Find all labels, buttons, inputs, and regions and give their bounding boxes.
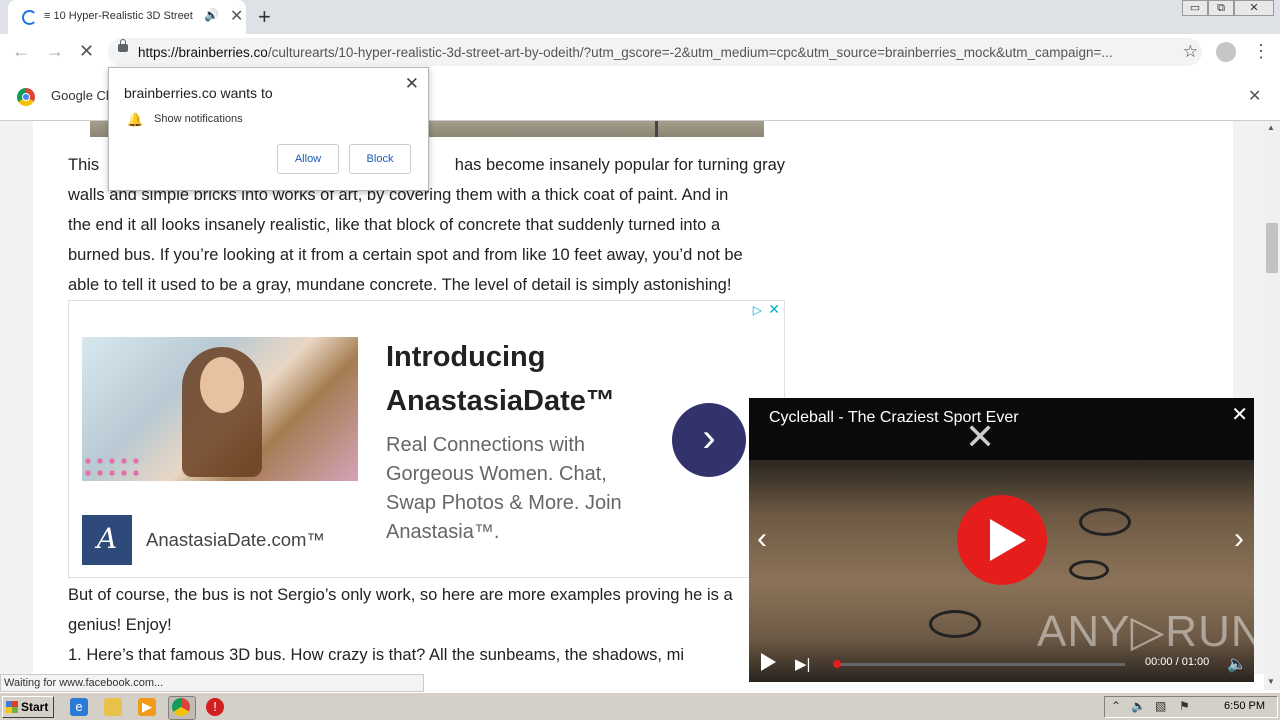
- folder-icon[interactable]: [104, 698, 122, 716]
- info-bar-text: Google Ch: [51, 88, 114, 103]
- window-close-button[interactable]: ✕: [1234, 0, 1274, 16]
- ad-brand[interactable]: AnastasiaDate.com™: [146, 529, 325, 551]
- browser-tab[interactable]: ≡ 10 Hyper-Realistic 3D Street Art 🔊 ✕: [8, 0, 246, 34]
- video-player[interactable]: Cycleball - The Craziest Sport Ever ✕ ✕ …: [749, 398, 1254, 682]
- new-tab-button[interactable]: +: [258, 4, 271, 30]
- ad-photo[interactable]: [82, 337, 358, 481]
- url-text[interactable]: https://brainberries.co/culturearts/10-h…: [138, 45, 1168, 60]
- permission-label: Show notifications: [154, 113, 243, 125]
- video-close-button[interactable]: ✕: [1231, 402, 1248, 427]
- anyrun-watermark: ANY▷RUN: [1037, 607, 1254, 656]
- list-item: 1. Here’s that famous 3D bus. How crazy …: [68, 646, 684, 664]
- article-paragraph-2: But of course, the bus is not Sergio’s o…: [68, 580, 785, 670]
- lock-icon: [118, 39, 128, 52]
- flag-icon[interactable]: ⚑: [1179, 699, 1190, 713]
- bicycle-wheel: [1069, 560, 1109, 580]
- minimize-button[interactable]: ▭: [1182, 0, 1208, 16]
- popup-title: brainberries.co wants to: [124, 85, 273, 101]
- bell-icon: 🔔: [127, 112, 144, 127]
- system-tray: ⌃ 🔈 ▧ ⚑ 6:50 PM: [1104, 696, 1278, 718]
- media-player-icon[interactable]: ▶: [138, 698, 156, 716]
- bicycle-wheel: [929, 610, 981, 638]
- tab-strip: ≡ 10 Hyper-Realistic 3D Street Art 🔊 ✕ +…: [0, 0, 1280, 34]
- page-scrollbar[interactable]: ▲ ▼: [1264, 121, 1280, 690]
- notification-permission-popup: brainberries.co wants to ✕ 🔔 Show notifi…: [108, 67, 429, 191]
- control-next-icon[interactable]: ▶|: [795, 655, 810, 673]
- opera-icon[interactable]: !: [206, 698, 224, 716]
- scroll-up-icon[interactable]: ▲: [1267, 123, 1275, 132]
- play-button[interactable]: [957, 495, 1047, 585]
- chrome-logo-icon: [17, 88, 35, 106]
- popup-close-button[interactable]: ✕: [405, 74, 419, 94]
- video-overlay-close-icon[interactable]: ✕: [965, 416, 995, 458]
- video-progress-bar[interactable]: [833, 660, 1125, 668]
- advertisement[interactable]: ▷ ✕ Introducing AnastasiaDate™ Real Conn…: [68, 300, 785, 578]
- adchoices-icon[interactable]: ▷: [753, 303, 762, 317]
- allow-button[interactable]: Allow: [277, 144, 339, 174]
- address-bar[interactable]: https://brainberries.co/culturearts/10-h…: [108, 38, 1202, 66]
- video-time: 00:00 / 01:00: [1145, 656, 1210, 668]
- scrollbar-thumb[interactable]: [1266, 223, 1278, 273]
- video-next-button[interactable]: ›: [1234, 522, 1244, 556]
- block-button[interactable]: Block: [349, 144, 411, 174]
- start-button[interactable]: Start: [2, 696, 54, 718]
- tab-close-button[interactable]: ✕: [230, 6, 243, 26]
- chrome-icon[interactable]: [172, 698, 190, 716]
- loading-spinner-icon: [22, 10, 37, 25]
- clock: 6:50 PM: [1224, 700, 1265, 712]
- restore-button[interactable]: ⧉: [1208, 0, 1234, 16]
- progress-handle[interactable]: [833, 660, 841, 668]
- bookmark-star-icon[interactable]: ☆: [1183, 42, 1198, 62]
- windows-taskbar: Start e ▶ ! ⌃ 🔈 ▧ ⚑ 6:50 PM: [0, 692, 1280, 720]
- network-icon[interactable]: ▧: [1155, 699, 1166, 713]
- video-prev-button[interactable]: ‹: [757, 522, 767, 556]
- browser-menu-icon[interactable]: ⋮: [1252, 41, 1270, 62]
- stop-loading-button[interactable]: ✕: [79, 41, 94, 62]
- volume-icon[interactable]: 🔈: [1227, 654, 1247, 674]
- back-button[interactable]: ←: [12, 41, 30, 62]
- bicycle-wheel: [1079, 508, 1131, 536]
- control-play-icon[interactable]: [761, 653, 776, 671]
- ad-logo[interactable]: A: [82, 515, 132, 565]
- tray-expand-icon[interactable]: ⌃: [1111, 699, 1121, 713]
- ad-next-arrow-button[interactable]: ›: [672, 403, 746, 477]
- speaker-icon[interactable]: 🔊: [204, 8, 219, 22]
- forward-button[interactable]: →: [46, 41, 64, 62]
- scroll-down-icon[interactable]: ▼: [1267, 677, 1275, 686]
- profile-avatar-icon[interactable]: [1216, 42, 1236, 62]
- status-tooltip: Waiting for www.facebook.com...: [0, 674, 424, 692]
- ad-description[interactable]: Real Connections with Gorgeous Women. Ch…: [386, 431, 656, 547]
- tab-title: ≡ 10 Hyper-Realistic 3D Street Art: [44, 10, 194, 22]
- ad-headline[interactable]: Introducing AnastasiaDate™: [386, 335, 686, 423]
- info-bar-close-button[interactable]: ✕: [1248, 86, 1261, 106]
- ad-close-button[interactable]: ✕: [768, 301, 780, 318]
- internet-explorer-icon[interactable]: e: [70, 698, 88, 716]
- volume-tray-icon[interactable]: 🔈: [1131, 699, 1146, 713]
